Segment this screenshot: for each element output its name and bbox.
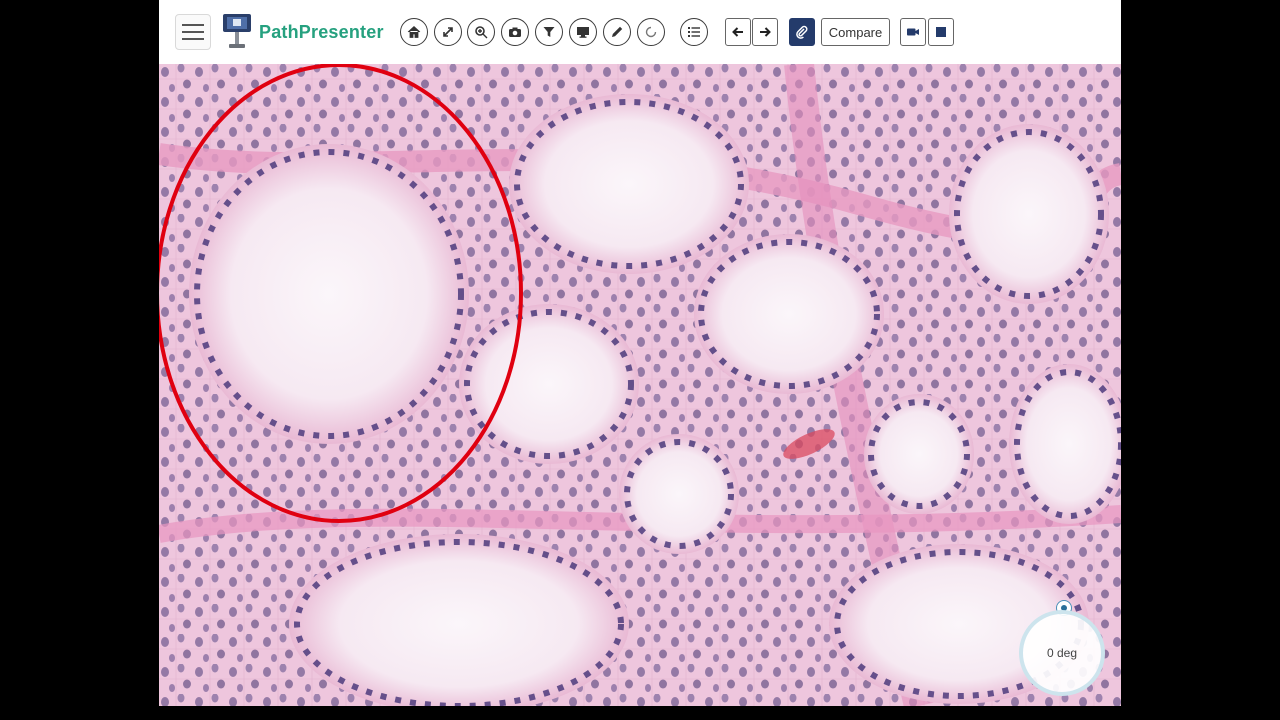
pathpresenter-app: PathPresenter Compare 0 deg	[159, 0, 1121, 706]
hamburger-menu-icon	[182, 24, 204, 26]
camera-icon	[509, 27, 521, 37]
attach-button[interactable]	[789, 18, 815, 46]
compare-button[interactable]: Compare	[821, 18, 890, 46]
home-icon	[407, 25, 421, 38]
pencil-icon	[612, 26, 623, 37]
next-slide-button[interactable]	[752, 18, 778, 46]
rotation-readout: 0 deg	[1046, 646, 1078, 660]
paperclip-icon	[796, 25, 808, 39]
brand-name: PathPresenter	[259, 22, 384, 42]
annotate-button[interactable]	[603, 18, 631, 46]
rotation-dial[interactable]: 0 deg	[1019, 610, 1105, 696]
monitor-icon	[577, 27, 589, 38]
zoom-button[interactable]	[467, 18, 495, 46]
rotate-icon	[645, 26, 657, 38]
microscope-logo-icon	[223, 14, 251, 48]
fit-to-screen-icon	[443, 27, 453, 37]
snapshot-button[interactable]	[501, 18, 529, 46]
video-camera-icon	[907, 28, 919, 36]
home-button[interactable]	[400, 18, 428, 46]
rotate-button[interactable]	[637, 18, 665, 46]
stop-icon	[936, 27, 946, 37]
arrow-left-icon	[732, 27, 743, 37]
list-icon	[688, 27, 700, 37]
arrow-right-icon	[760, 27, 771, 37]
stop-recording-button[interactable]	[928, 18, 954, 46]
previous-slide-button[interactable]	[725, 18, 751, 46]
zoom-icon	[475, 26, 488, 39]
fit-to-screen-button[interactable]	[434, 18, 462, 46]
hamburger-line	[182, 38, 204, 40]
top-toolbar: PathPresenter Compare	[159, 0, 1121, 65]
filter-button[interactable]	[535, 18, 563, 46]
histology-slide-image	[159, 64, 1121, 706]
hamburger-menu-button[interactable]	[175, 14, 211, 50]
annotation-list-button[interactable]	[680, 18, 708, 46]
record-video-button[interactable]	[900, 18, 926, 46]
presentation-button[interactable]	[569, 18, 597, 46]
slide-viewer[interactable]: 0 deg	[159, 64, 1121, 706]
hamburger-line	[182, 31, 204, 33]
filter-icon	[543, 27, 555, 37]
